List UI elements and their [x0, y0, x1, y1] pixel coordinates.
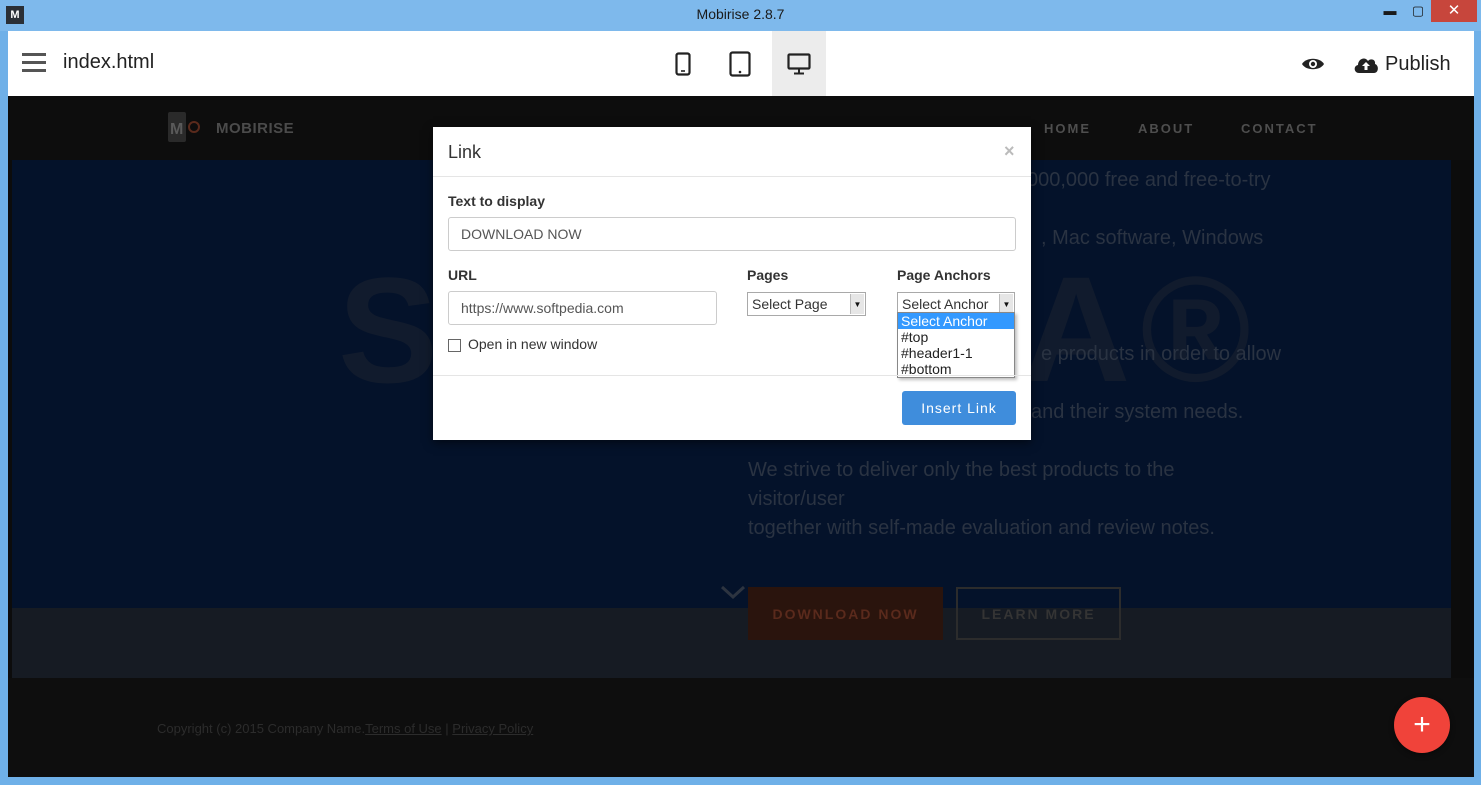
- insert-link-button[interactable]: Insert Link: [902, 391, 1016, 425]
- hero-text-line: We strive to deliver only the best produ…: [748, 459, 1175, 481]
- hero-text-line: visitor/user: [748, 488, 845, 510]
- text-to-display-label: Text to display: [448, 193, 545, 209]
- publish-label: Publish: [1385, 52, 1451, 75]
- chevron-down-icon[interactable]: [720, 584, 746, 605]
- hero-text-line: together with self-made evaluation and r…: [748, 517, 1215, 539]
- link-dialog: Link × Text to display DOWNLOAD NOW URL …: [433, 127, 1031, 440]
- dialog-footer-divider: [433, 375, 1031, 376]
- anchor-option[interactable]: #top: [898, 329, 1014, 345]
- terms-of-use-link[interactable]: Terms of Use: [365, 721, 442, 736]
- anchor-option[interactable]: #header1-1: [898, 345, 1014, 361]
- minimize-button[interactable]: ▬: [1376, 0, 1404, 22]
- dropdown-arrow-icon: ▼: [999, 294, 1013, 314]
- maximize-button[interactable]: ▢: [1404, 0, 1432, 22]
- window-titlebar: M Mobirise 2.8.7 ▬ ▢ ✕: [0, 0, 1481, 31]
- open-new-window-label[interactable]: Open in new window: [468, 336, 597, 352]
- tablet-view-button[interactable]: [713, 31, 767, 96]
- tablet-icon: [729, 50, 751, 77]
- preview-button[interactable]: [1298, 51, 1328, 77]
- privacy-policy-link[interactable]: Privacy Policy: [452, 721, 533, 736]
- anchors-selected-value: Select Anchor: [902, 296, 989, 312]
- site-nav-contact[interactable]: CONTACT: [1241, 121, 1318, 136]
- learn-more-button[interactable]: LEARN MORE: [956, 587, 1121, 640]
- current-file-name: index.html: [63, 51, 155, 73]
- footer-copyright-text: Copyright (c) 2015 Company Name.: [157, 721, 366, 736]
- url-label: URL: [448, 267, 477, 283]
- phone-view-button[interactable]: [656, 31, 710, 96]
- footer-separator: |: [441, 721, 453, 736]
- publish-button[interactable]: Publish: [1353, 49, 1451, 79]
- hero-bottom-strip: [12, 608, 1451, 678]
- url-input[interactable]: https://www.softpedia.com: [448, 291, 717, 325]
- site-brand: MOBIRISE: [216, 120, 295, 137]
- app-window: index.html Publish M MOBIRISE HOME ABOUT…: [8, 31, 1474, 777]
- page-anchors-dropdown-list: Select Anchor #top #header1-1 #bottom: [897, 312, 1015, 378]
- hero-background-wordmark-tail: A®: [1022, 245, 1261, 413]
- site-nav-home[interactable]: HOME: [1044, 121, 1091, 136]
- pages-select[interactable]: Select Page ▼: [747, 292, 866, 316]
- dialog-close-button[interactable]: ×: [1004, 141, 1015, 162]
- app-toolbar: index.html Publish: [8, 31, 1474, 96]
- menu-icon[interactable]: [22, 53, 46, 73]
- pages-label: Pages: [747, 267, 789, 283]
- footer-copyright: Copyright (c) 2015 Company Name.Terms of…: [157, 721, 533, 736]
- eye-icon: [1302, 58, 1324, 70]
- plus-icon: +: [1413, 708, 1431, 741]
- anchor-option[interactable]: Select Anchor: [898, 313, 1014, 329]
- pages-selected-value: Select Page: [752, 296, 828, 312]
- hero-text-line: 000,000 free and free-to-try: [1027, 169, 1271, 191]
- hero-text-line: and their system needs.: [1031, 401, 1244, 423]
- hero-text-line: , Mac software, Windows: [1041, 227, 1264, 249]
- hero-background-wordmark: S: [338, 246, 449, 414]
- window-title: Mobirise 2.8.7: [696, 6, 785, 22]
- page-anchors-label: Page Anchors: [897, 267, 991, 283]
- site-logo-icon: M: [166, 108, 206, 146]
- text-to-display-input[interactable]: DOWNLOAD NOW: [448, 217, 1016, 251]
- open-new-window-checkbox[interactable]: [448, 339, 461, 352]
- svg-text:M: M: [170, 121, 183, 138]
- close-window-button[interactable]: ✕: [1431, 0, 1477, 22]
- dropdown-arrow-icon: ▼: [850, 294, 864, 314]
- hero-text-line: e products in order to allow: [1041, 343, 1282, 365]
- site-nav-about[interactable]: ABOUT: [1138, 121, 1194, 136]
- dialog-title: Link: [448, 142, 482, 162]
- site-footer: Copyright (c) 2015 Company Name.Terms of…: [8, 678, 1474, 777]
- dialog-header: Link ×: [433, 127, 1031, 177]
- add-block-button[interactable]: +: [1394, 697, 1450, 753]
- cloud-upload-icon: [1354, 58, 1378, 73]
- phone-icon: [675, 51, 691, 76]
- desktop-icon: [787, 52, 811, 74]
- download-now-button[interactable]: DOWNLOAD NOW: [748, 587, 943, 640]
- desktop-view-button[interactable]: [772, 31, 826, 96]
